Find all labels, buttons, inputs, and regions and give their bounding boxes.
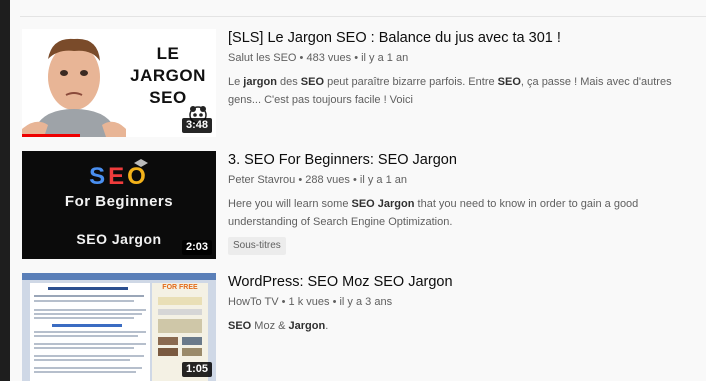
seo-letter-s: S <box>89 163 109 190</box>
watch-progress-bar <box>22 134 81 137</box>
seo-letter-e: E <box>108 163 128 190</box>
sidebar-banner: FOR FREE <box>162 284 198 291</box>
upload-age: il y a 3 ans <box>339 296 393 308</box>
meta-separator: • <box>352 174 360 186</box>
divider <box>20 16 706 17</box>
keyword-highlight: SEO Jargon <box>351 198 415 210</box>
channel-name[interactable]: Peter Stavrou <box>228 174 295 186</box>
keyword-highlight: SEO <box>228 320 252 332</box>
video-description: Le jargon des SEO peut paraître bizarre … <box>228 73 698 109</box>
duration-badge: 1:05 <box>181 362 212 377</box>
keyword-highlight: SEO <box>497 76 521 88</box>
description-text: Le <box>228 76 244 88</box>
subtitles-badge: Sous-titres <box>228 237 286 255</box>
thumbnail-caption: LE JARGON SEO <box>130 44 206 107</box>
keyword-highlight: SEO <box>300 76 325 88</box>
video-title[interactable]: 3. SEO For Beginners: SEO Jargon <box>228 151 698 169</box>
keyword-highlight: jargon <box>243 76 277 88</box>
channel-name[interactable]: Salut les SEO <box>228 52 296 64</box>
keyword-highlight: Jargon <box>288 320 326 332</box>
video-meta: HowTo TV • 1 k vues • il y a 3 ans <box>228 295 698 309</box>
description-text: Moz & <box>251 320 289 332</box>
video-thumbnail[interactable]: SEO For Beginners SEO Jargon 2:03 <box>22 151 216 259</box>
duration-badge: 3:48 <box>181 118 212 133</box>
video-info: [SLS] Le Jargon SEO : Balance du jus ave… <box>228 29 698 109</box>
description-text: des <box>276 76 301 88</box>
video-info: 3. SEO For Beginners: SEO Jargon Peter S… <box>228 151 698 255</box>
search-results-panel: LE JARGON SEO 3:48 [SLS] Le Jargon SEO :… <box>10 0 706 381</box>
description-text: . <box>325 320 329 332</box>
video-thumbnail[interactable]: FOR FREE 1:05 <box>22 273 216 381</box>
channel-name[interactable]: HowTo TV <box>228 296 279 308</box>
video-meta: Peter Stavrou • 288 vues • il y a 1 an <box>228 173 698 187</box>
duration-badge: 2:03 <box>181 240 212 255</box>
video-title[interactable]: WordPress: SEO Moz SEO Jargon <box>228 273 698 291</box>
upload-age: il y a 1 an <box>361 52 409 64</box>
video-meta: Salut les SEO • 483 vues • il y a 1 an <box>228 51 698 65</box>
view-count: 483 vues <box>306 52 352 64</box>
video-info: WordPress: SEO Moz SEO Jargon HowTo TV •… <box>228 273 698 335</box>
thumbnail-line-1: For Beginners <box>64 193 174 210</box>
description-text: peut paraître bizarre parfois. Entre <box>324 76 498 88</box>
thumbnail-seo-logo: SEO <box>22 163 216 191</box>
meta-separator: • <box>281 296 289 308</box>
video-thumbnail[interactable]: LE JARGON SEO 3:48 <box>22 29 216 137</box>
upload-age: il y a 1 an <box>359 174 407 186</box>
video-description: Here you will learn some SEO Jargon that… <box>228 195 698 231</box>
video-title[interactable]: [SLS] Le Jargon SEO : Balance du jus ave… <box>228 29 698 47</box>
description-text: Here you will learn some <box>228 198 352 210</box>
view-count: 288 vues <box>305 174 350 186</box>
graduation-cap-icon <box>134 159 148 167</box>
view-count: 1 k vues <box>288 296 330 308</box>
video-description: SEO Moz & Jargon. <box>228 317 698 335</box>
